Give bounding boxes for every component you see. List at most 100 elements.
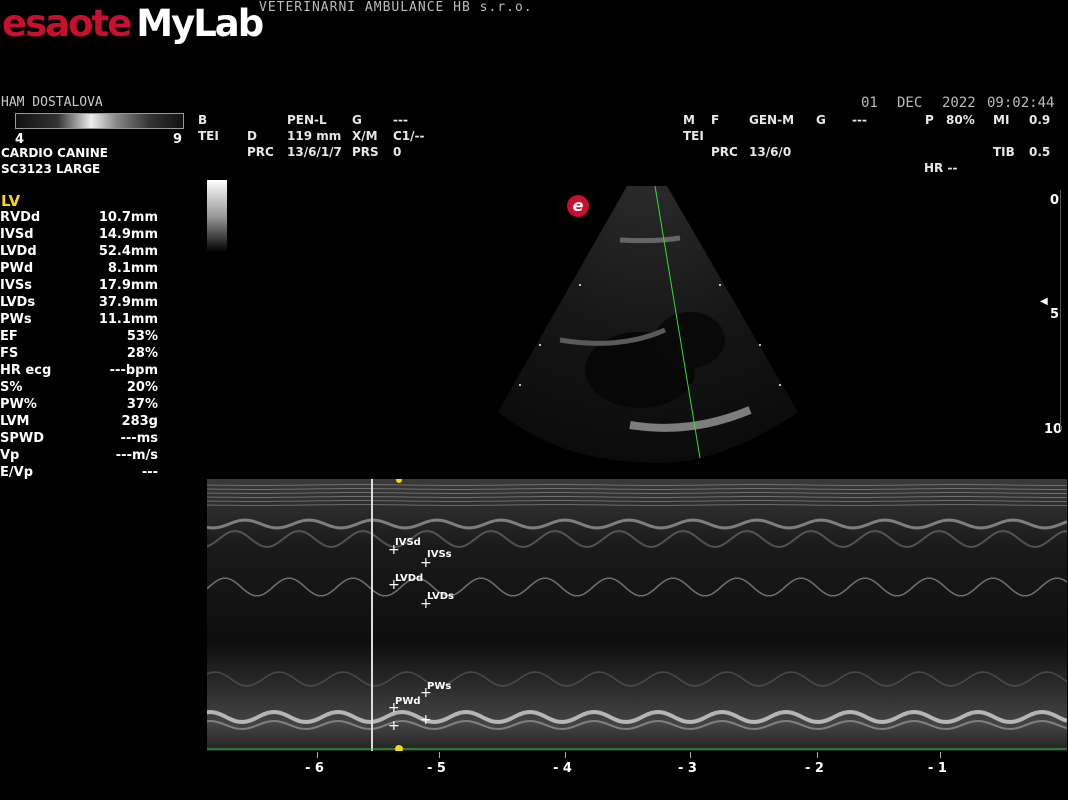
b-xm-label: X/M <box>352 129 378 143</box>
measurement-row: E/Vp --- <box>0 465 170 482</box>
measurement-label: LVDd <box>0 244 37 259</box>
b-depth-value: 119 mm <box>287 129 342 143</box>
measurement-label: EF <box>0 329 18 344</box>
measurement-row: SPWD ---ms <box>0 431 170 448</box>
measurement-row: LVDd 52.4mm <box>0 244 170 261</box>
mi-label: MI <box>993 113 1010 127</box>
measurement-value: 283g <box>121 414 158 429</box>
measurement-label: HR ecg <box>0 363 52 378</box>
measurement-label: FS <box>0 346 19 361</box>
m-mode-label: M <box>683 113 695 127</box>
b-freq-label: PEN-L <box>287 113 327 127</box>
esaote-mylab-logo: esaote MyLab <box>2 2 264 52</box>
tib-label: TIB <box>993 145 1015 159</box>
b-mode-label: B <box>198 113 208 127</box>
measurement-row: IVSs 17.9mm <box>0 278 170 295</box>
caliper-cross-icon[interactable]: + <box>420 555 432 571</box>
time-tick <box>565 752 566 758</box>
b-xm-value: C1/-- <box>393 129 425 143</box>
m-freq-value: GEN-M <box>749 113 795 127</box>
measurement-label: IVSd <box>0 227 34 242</box>
measurement-value: 8.1mm <box>107 261 158 276</box>
depth-dot <box>539 344 541 346</box>
b-gain-value: --- <box>393 113 408 127</box>
measurement-value: 14.9mm <box>98 227 158 242</box>
measurement-value: 20% <box>126 380 158 395</box>
measurement-value: 10.7mm <box>98 210 158 225</box>
time-tick <box>439 752 440 758</box>
time-tick <box>690 752 691 758</box>
date-month: DEC <box>897 95 923 111</box>
m-prc-value: 13/6/0 <box>749 145 792 159</box>
logo-mylab: MyLab <box>136 2 264 45</box>
time-tick-label: - 3 <box>678 761 697 776</box>
power-label: P <box>925 113 934 127</box>
caliper-cross-icon[interactable]: + <box>420 596 432 612</box>
time-tick-label: - 2 <box>805 761 824 776</box>
measurement-value: 37% <box>126 397 158 412</box>
measurement-value: 11.1mm <box>98 312 158 327</box>
gray-scale-bar <box>15 113 184 129</box>
caliper-cross-icon[interactable]: + <box>388 542 400 558</box>
hr-readout: HR -- <box>924 161 958 175</box>
time-tick <box>817 752 818 758</box>
time-tick <box>317 752 318 758</box>
depth-dot <box>719 284 721 286</box>
caliper-cross-icon[interactable]: + <box>388 700 400 716</box>
measurement-row: IVSd 14.9mm <box>0 227 170 244</box>
caliper-cross-icon[interactable]: + <box>388 577 400 593</box>
sector-fan <box>498 186 798 463</box>
measurement-label: IVSs <box>0 278 32 293</box>
time-tick <box>940 752 941 758</box>
measurement-row: FS 28% <box>0 346 170 363</box>
m-gain-value: --- <box>852 113 867 127</box>
date-day: 01 <box>861 95 878 111</box>
clinic-name: VETERINARNI AMBULANCE HB s.r.o. <box>259 0 533 15</box>
depth-ruler <box>1060 190 1061 430</box>
measurement-value: 28% <box>126 346 158 361</box>
measurement-value: ---m/s <box>115 448 158 463</box>
measurement-label: PWs <box>0 312 32 327</box>
time-tick-label: - 4 <box>553 761 572 776</box>
b-prc-value: 13/6/1/7 <box>287 145 342 159</box>
measurement-value: 53% <box>126 329 158 344</box>
depth-dot <box>759 344 761 346</box>
measurement-label: E/Vp <box>0 465 33 480</box>
b-prs-value: 0 <box>393 145 402 159</box>
logo-esaote: esaote <box>2 2 132 45</box>
m-freq-label: F <box>711 113 720 127</box>
mi-value: 0.9 <box>1029 113 1051 127</box>
measurement-value: ---ms <box>120 431 158 446</box>
depth-marker-triangle-icon[interactable]: ◀ <box>1040 296 1048 307</box>
measurement-row: LVM 283g <box>0 414 170 431</box>
b-prs-label: PRS <box>352 145 379 159</box>
gray-scale-min: 4 <box>15 132 25 147</box>
caliper-cross-icon[interactable]: + <box>420 712 432 728</box>
time: 09:02:44 <box>987 95 1055 111</box>
measurement-row: RVDd 10.7mm <box>0 210 170 227</box>
measurement-label: SPWD <box>0 431 45 446</box>
caliper-cross-icon[interactable]: + <box>420 685 432 701</box>
measurement-row: HR ecg ---bpm <box>0 363 170 380</box>
measurement-label: RVDd <box>0 210 41 225</box>
measurement-row: PWd 8.1mm <box>0 261 170 278</box>
measurement-label: PWd <box>0 261 34 276</box>
depth-dot <box>519 384 521 386</box>
measurement-title: LV <box>1 192 21 210</box>
vertical-gray-bar <box>207 180 227 252</box>
measurement-row: PW% 37% <box>0 397 170 414</box>
time-tick-label: - 5 <box>427 761 446 776</box>
power-value: 80% <box>946 113 975 127</box>
measurement-label: LVM <box>0 414 30 429</box>
caliper-cross-icon[interactable]: + <box>388 718 400 734</box>
depth-dot <box>779 384 781 386</box>
measurement-value: 52.4mm <box>98 244 158 259</box>
gray-scale-max: 9 <box>173 132 183 147</box>
measurement-label: Vp <box>0 448 20 463</box>
depth-dot <box>579 284 581 286</box>
measurement-row: S% 20% <box>0 380 170 397</box>
measurement-row: Vp ---m/s <box>0 448 170 465</box>
b-prc-label: PRC <box>247 145 274 159</box>
measurement-row: LVDs 37.9mm <box>0 295 170 312</box>
measurement-row: PWs 11.1mm <box>0 312 170 329</box>
